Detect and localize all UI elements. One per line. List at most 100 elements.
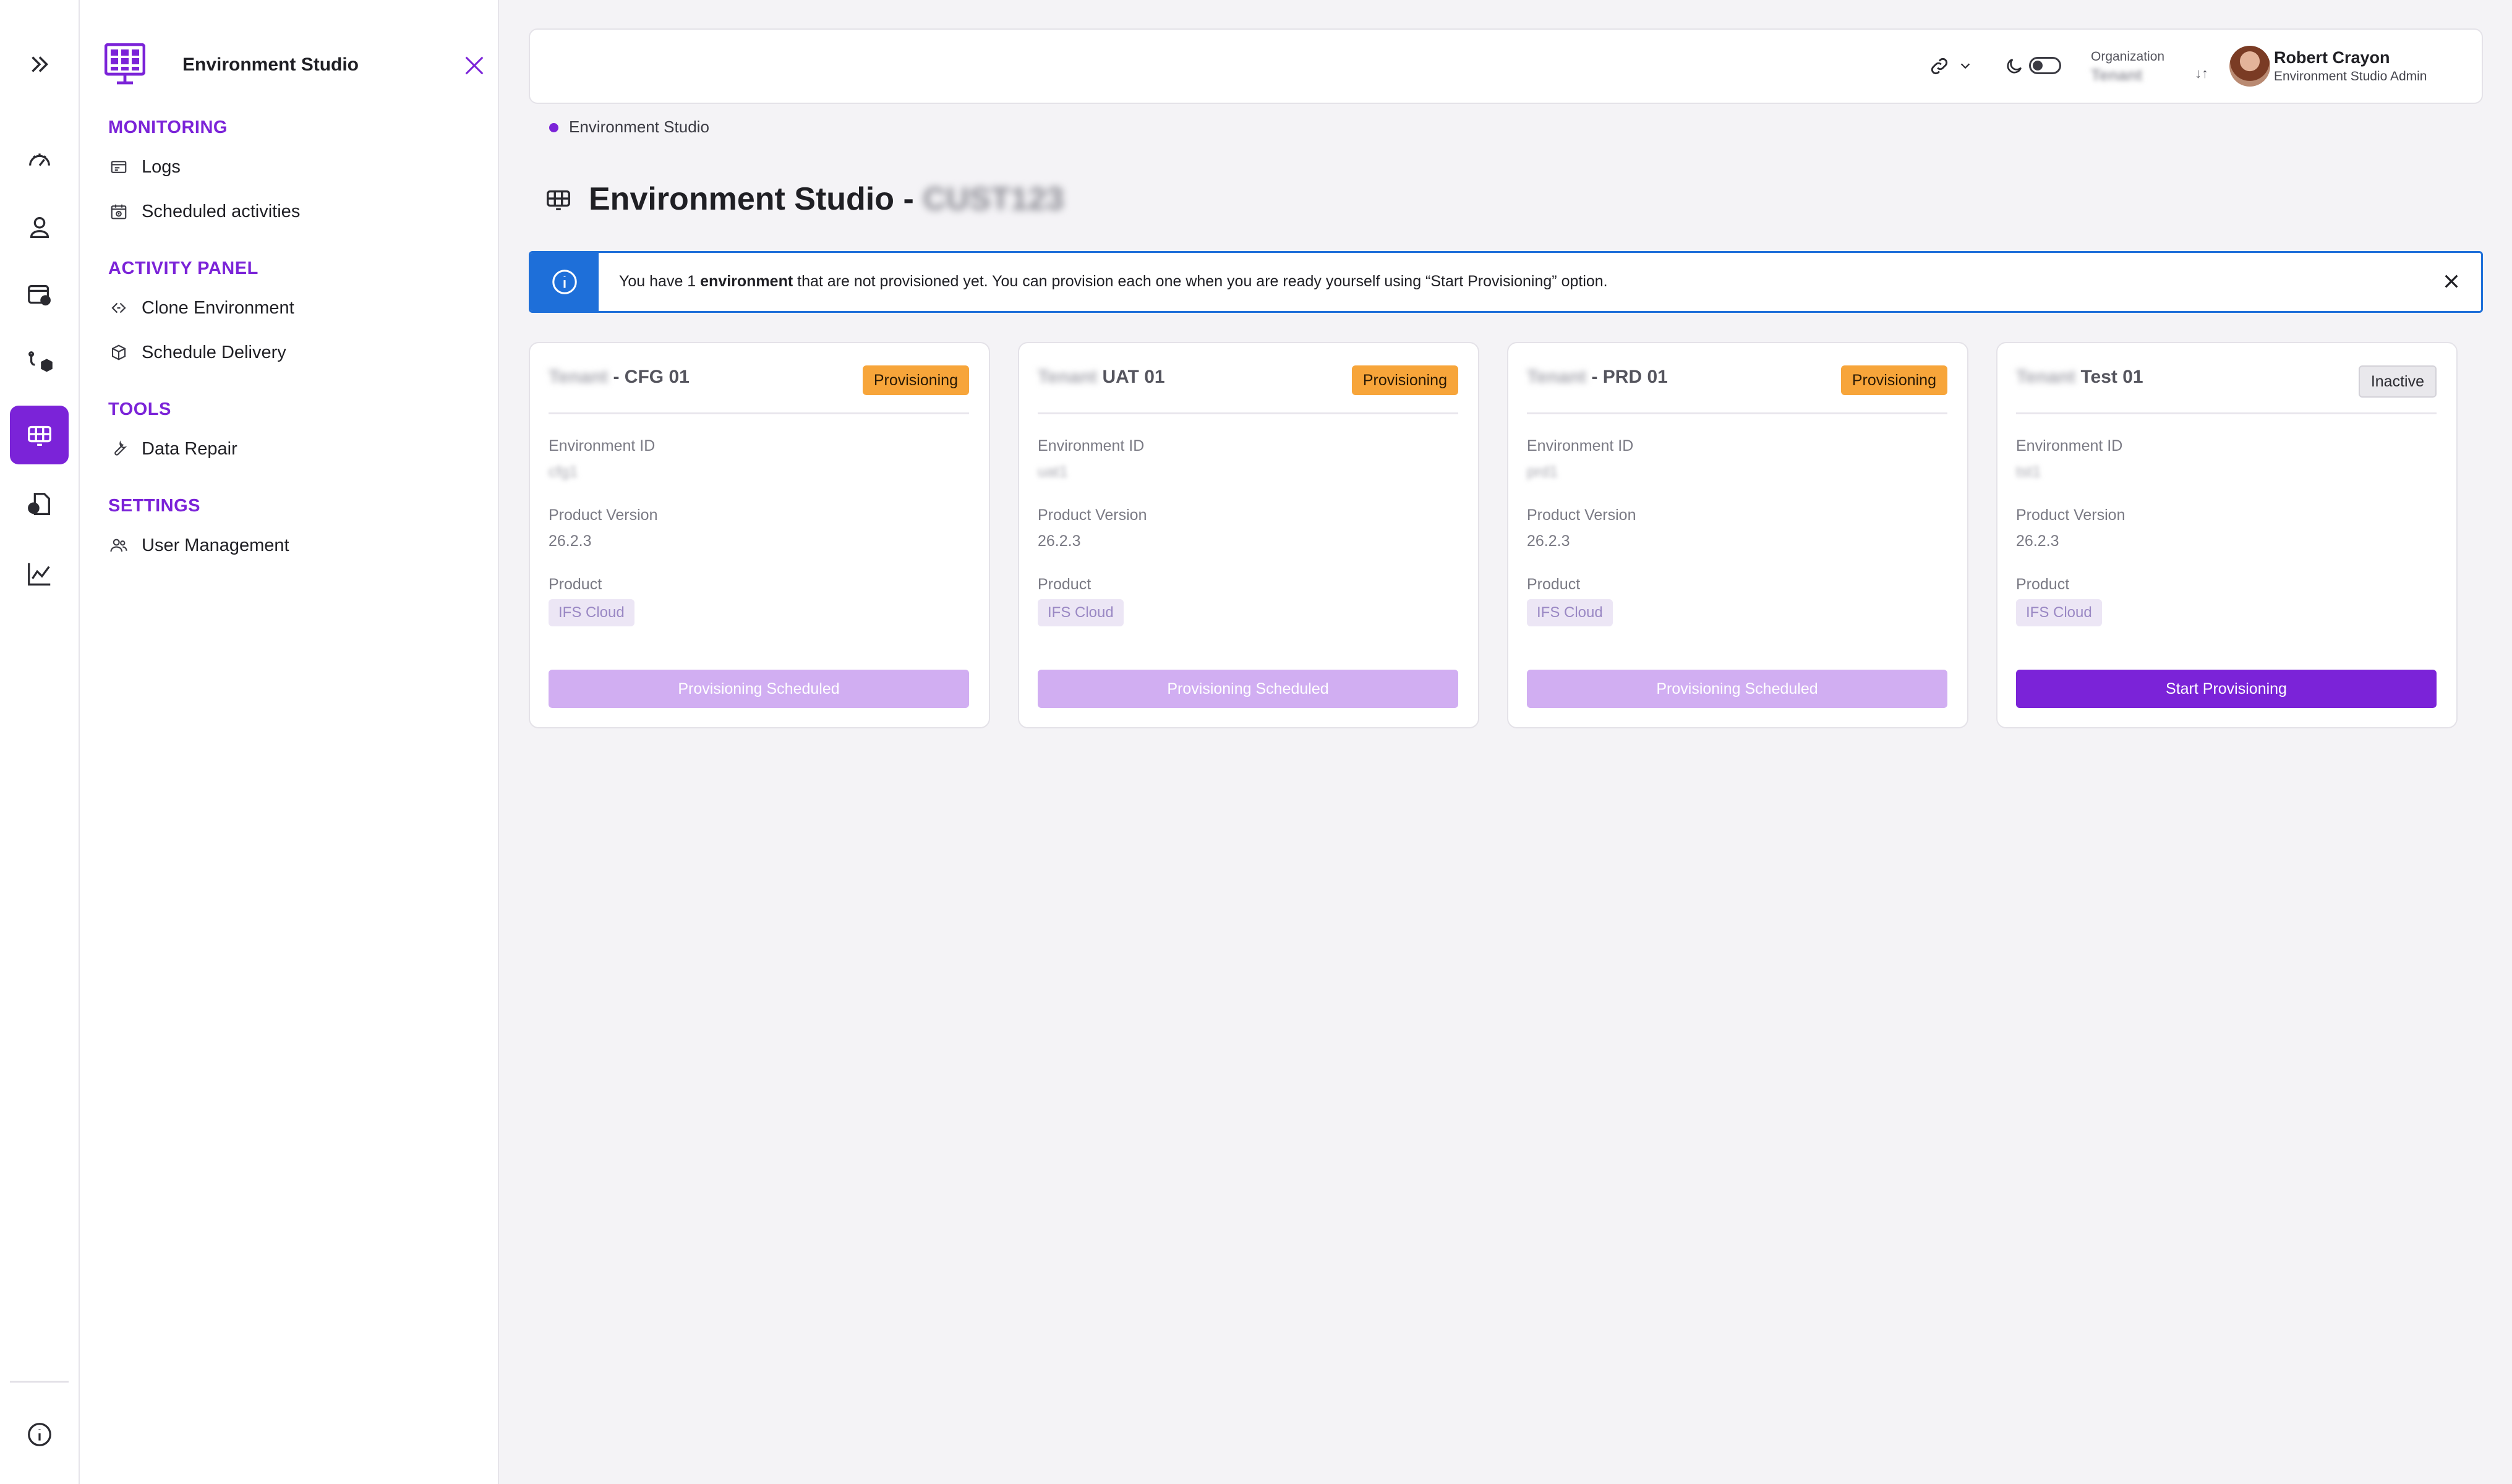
product-chip: IFS Cloud xyxy=(549,599,634,626)
logs-icon xyxy=(111,161,127,173)
nav-section-monitoring: MONITORING xyxy=(108,117,228,137)
organization-label: Organization xyxy=(2091,49,2165,64)
card-tenant: Tenant xyxy=(1527,367,1587,387)
rail-item-documents[interactable] xyxy=(10,475,69,534)
rail-item-users[interactable] xyxy=(10,198,69,257)
status-badge: Inactive xyxy=(2358,365,2437,398)
card-env-name: UAT 01 xyxy=(1102,367,1165,387)
navigation-panel: Environment Studio MONITORING Logs Sched… xyxy=(80,0,499,1484)
product-label: Product xyxy=(1527,576,1581,593)
avatar[interactable] xyxy=(2229,46,2270,87)
analytics-chart-icon xyxy=(27,563,50,586)
product-label: Product xyxy=(549,576,602,593)
card-title: Tenant Test 01 xyxy=(2016,367,2143,388)
environment-studio-logo-icon xyxy=(105,43,145,85)
env-id-value: prd1 xyxy=(1527,463,1558,480)
card-env-name: - PRD 01 xyxy=(1591,367,1668,387)
environment-card-uat[interactable]: Tenant UAT 01 Provisioning Environment I… xyxy=(1018,342,1479,728)
status-badge: Provisioning xyxy=(1351,365,1458,395)
env-id-value: cfg1 xyxy=(549,463,578,480)
nav-title: Environment Studio xyxy=(182,54,359,75)
nav-item-label: Clone Environment xyxy=(142,297,294,318)
nav-section-settings: SETTINGS xyxy=(108,496,201,516)
nav-section-activity-panel: ACTIVITY PANEL xyxy=(108,258,258,278)
close-nav-icon[interactable] xyxy=(462,53,487,78)
breadcrumb[interactable]: Environment Studio xyxy=(569,117,709,137)
info-icon xyxy=(552,270,577,294)
calendar-clock-icon xyxy=(111,204,127,220)
rail-info-button[interactable] xyxy=(10,1405,69,1464)
banner-text-before: You have 1 xyxy=(619,273,701,290)
status-badge: Provisioning xyxy=(1840,365,1947,395)
nav-item-user-management[interactable]: User Management xyxy=(109,531,289,560)
banner-icon-box xyxy=(531,253,599,311)
version-value: 26.2.3 xyxy=(2016,532,2059,550)
nav-section-tools: TOOLS xyxy=(108,399,171,419)
card-title: Tenant - CFG 01 xyxy=(549,367,690,388)
page-title-text: Environment Studio - xyxy=(589,181,914,217)
banner-message: You have 1 environment that are not prov… xyxy=(619,273,1608,291)
env-id-label: Environment ID xyxy=(549,437,656,454)
clone-icon xyxy=(111,302,126,313)
rail-item-app-settings[interactable] xyxy=(10,266,69,325)
breadcrumb-dot-icon xyxy=(549,123,558,132)
info-icon xyxy=(27,1422,51,1446)
environment-card-prd[interactable]: Tenant - PRD 01 Provisioning Environment… xyxy=(1507,342,1968,728)
users-icon xyxy=(110,539,127,552)
expand-rail-button[interactable] xyxy=(10,35,69,93)
app-settings-icon xyxy=(27,284,51,305)
banner-text-after: that are not provisioned yet. You can pr… xyxy=(793,273,1608,290)
product-chip: IFS Cloud xyxy=(2016,599,2102,626)
version-value: 26.2.3 xyxy=(1038,532,1081,550)
card-tenant: Tenant xyxy=(2016,367,2076,387)
double-chevron-right-icon xyxy=(31,56,48,72)
organization-switch-icon[interactable]: ↓↑ xyxy=(2195,66,2208,82)
organization-name[interactable]: Tenant xyxy=(2091,66,2142,85)
nav-item-logs[interactable]: Logs xyxy=(109,152,181,182)
status-badge: Provisioning xyxy=(862,365,969,395)
environment-grid-icon xyxy=(547,190,570,211)
wrench-icon xyxy=(114,440,127,456)
nav-item-label: Data Repair xyxy=(142,438,237,459)
card-env-name: Test 01 xyxy=(2080,367,2143,387)
start-provisioning-button[interactable]: Start Provisioning xyxy=(2016,670,2437,708)
product-chip: IFS Cloud xyxy=(1527,599,1613,626)
environment-card-cfg[interactable]: Tenant - CFG 01 Provisioning Environment… xyxy=(529,342,990,728)
nav-item-schedule-delivery[interactable]: Schedule Delivery xyxy=(109,338,286,367)
version-label: Product Version xyxy=(1527,506,1636,524)
customer-id: CUST123 xyxy=(923,181,1064,217)
rail-item-network[interactable] xyxy=(10,334,69,393)
nav-item-label: Scheduled activities xyxy=(142,201,301,221)
close-banner-icon[interactable] xyxy=(2442,271,2461,291)
env-id-value: uat1 xyxy=(1038,463,1068,480)
card-divider xyxy=(1038,412,1458,414)
rail-item-environment-studio[interactable] xyxy=(10,406,69,464)
link-icon[interactable] xyxy=(1929,56,1950,77)
card-divider xyxy=(1527,412,1947,414)
product-label: Product xyxy=(1038,576,1092,593)
version-label: Product Version xyxy=(1038,506,1147,524)
page-title: Environment Studio - CUST123 xyxy=(589,181,1064,218)
top-bar: Organization Tenant ↓↑ Robert Crayon Env… xyxy=(529,28,2483,104)
version-label: Product Version xyxy=(2016,506,2125,524)
icon-rail xyxy=(0,0,80,1484)
nav-item-clone-environment[interactable]: Clone Environment xyxy=(109,293,294,323)
nav-item-data-repair[interactable]: Data Repair xyxy=(109,434,237,464)
rail-item-dashboard[interactable] xyxy=(10,130,69,189)
nav-item-scheduled-activities[interactable]: Scheduled activities xyxy=(109,197,300,226)
rail-item-analytics[interactable] xyxy=(10,544,69,603)
moon-icon xyxy=(2007,59,2022,74)
env-id-label: Environment ID xyxy=(1527,437,1634,454)
version-value: 26.2.3 xyxy=(549,532,592,550)
card-title: Tenant - PRD 01 xyxy=(1527,367,1668,388)
card-title: Tenant UAT 01 xyxy=(1038,367,1165,388)
nav-item-label: Logs xyxy=(142,156,181,177)
provisioning-scheduled-button: Provisioning Scheduled xyxy=(1038,670,1458,708)
nav-item-label: User Management xyxy=(142,535,289,555)
environment-card-test[interactable]: Tenant Test 01 Inactive Environment ID t… xyxy=(1996,342,2458,728)
nav-header: Environment Studio xyxy=(105,43,484,90)
dark-mode-toggle[interactable] xyxy=(2029,57,2061,74)
version-value: 26.2.3 xyxy=(1527,532,1570,550)
user-name: Robert Crayon xyxy=(2274,48,2390,67)
chevron-down-icon[interactable] xyxy=(1959,59,1972,73)
